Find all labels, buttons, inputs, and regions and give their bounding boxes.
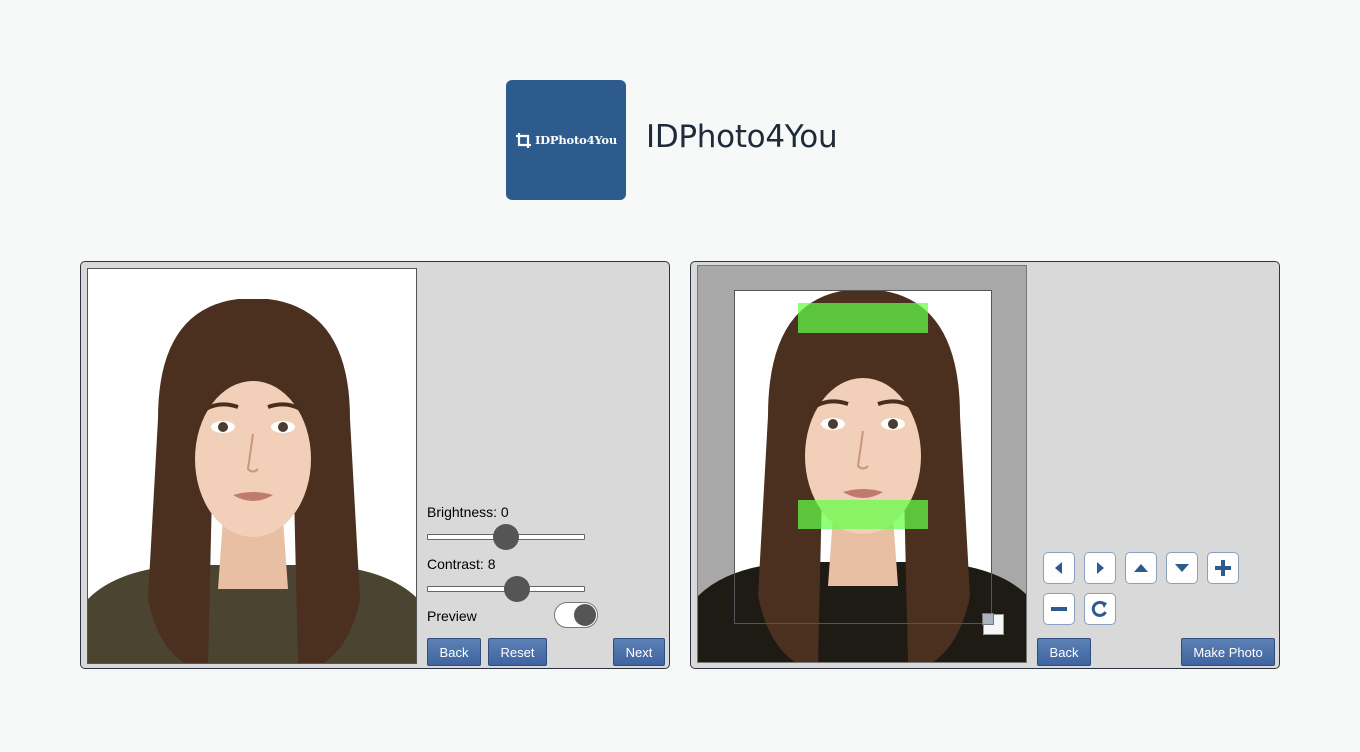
logo-text: IDPhoto4You xyxy=(534,133,618,147)
arrow-down-icon xyxy=(1175,564,1189,572)
zoom-out-button[interactable] xyxy=(1043,593,1075,625)
resize-handle-inner[interactable] xyxy=(982,613,994,625)
head-top-guide xyxy=(798,303,928,333)
make-photo-button[interactable]: Make Photo xyxy=(1181,638,1275,666)
preview-label: Preview xyxy=(427,608,477,624)
next-button[interactable]: Next xyxy=(613,638,665,666)
zoom-in-icon xyxy=(1215,560,1231,576)
brightness-slider-thumb[interactable] xyxy=(493,524,519,550)
chin-guide xyxy=(798,500,928,529)
rotate-button[interactable] xyxy=(1084,593,1116,625)
adjust-panel: Brightness: 0 Contrast: 8 Preview Back R… xyxy=(80,261,670,669)
arrow-left-icon xyxy=(1055,562,1062,574)
zoom-out-icon xyxy=(1051,607,1067,611)
back-button[interactable]: Back xyxy=(427,638,481,666)
app-logo: IDPhoto4You xyxy=(506,80,626,200)
brightness-label: Brightness: 0 xyxy=(427,504,509,520)
move-left-button[interactable] xyxy=(1043,552,1075,584)
reset-button[interactable]: Reset xyxy=(488,638,547,666)
rotate-icon xyxy=(1091,600,1107,617)
crop-area[interactable] xyxy=(697,265,1027,663)
zoom-in-button[interactable] xyxy=(1207,552,1239,584)
brightness-slider[interactable] xyxy=(427,524,585,550)
crop-panel: Back Make Photo xyxy=(690,261,1280,669)
move-down-button[interactable] xyxy=(1166,552,1198,584)
move-up-button[interactable] xyxy=(1125,552,1157,584)
app-title: IDPhoto4You xyxy=(646,119,838,155)
contrast-slider-thumb[interactable] xyxy=(503,576,530,602)
contrast-slider[interactable] xyxy=(427,576,585,602)
crop-frame[interactable] xyxy=(734,290,992,624)
arrow-up-icon xyxy=(1134,564,1148,572)
arrow-right-icon xyxy=(1097,562,1104,574)
portrait-photo xyxy=(87,268,417,664)
preview-toggle[interactable] xyxy=(554,602,598,628)
preview-toggle-knob xyxy=(574,604,596,626)
back-button[interactable]: Back xyxy=(1037,638,1091,666)
contrast-label: Contrast: 8 xyxy=(427,556,496,572)
crop-icon xyxy=(515,132,531,148)
move-right-button[interactable] xyxy=(1084,552,1116,584)
